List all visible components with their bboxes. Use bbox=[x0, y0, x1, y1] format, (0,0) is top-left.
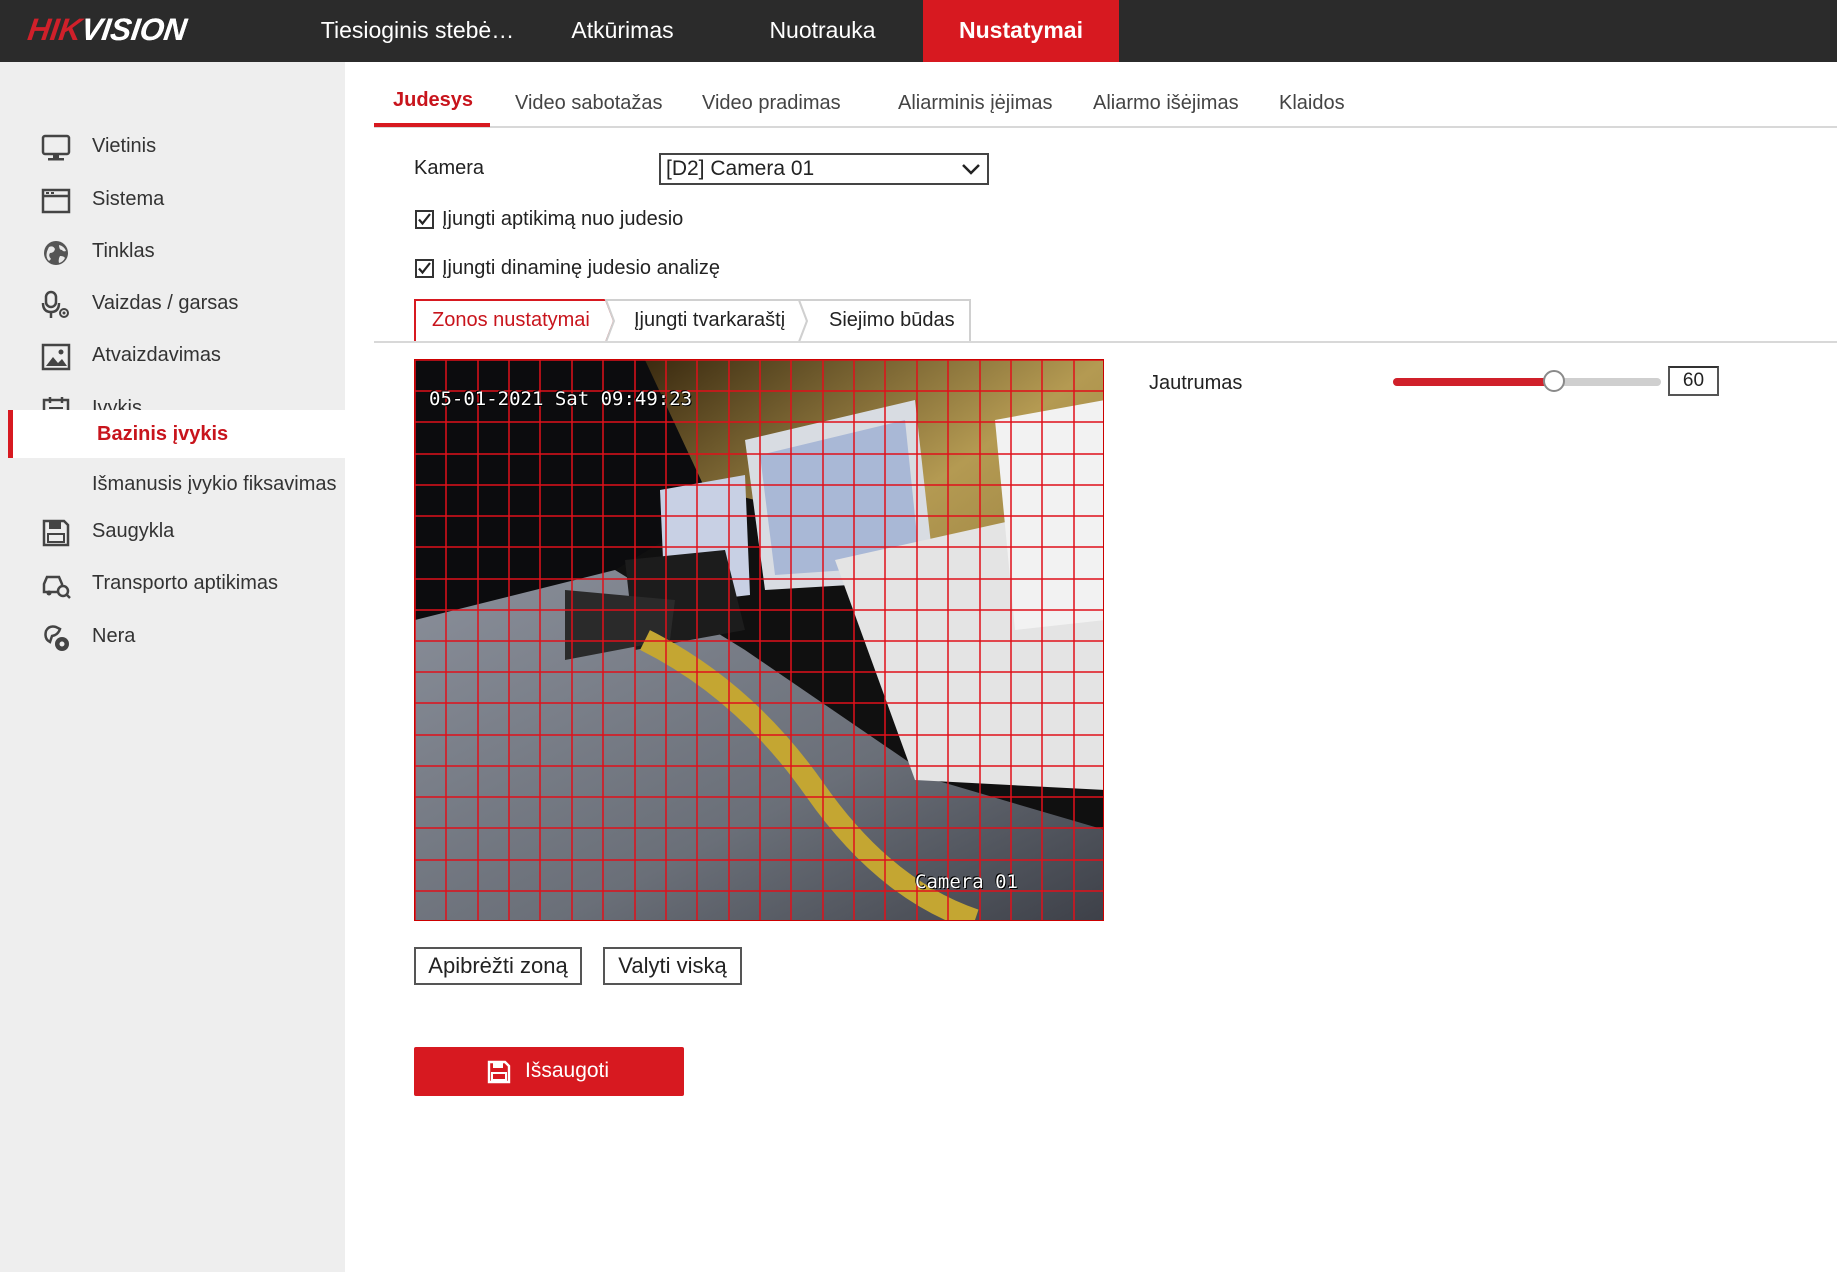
sidebar-item-label: Vaizdas / garsas bbox=[92, 292, 239, 314]
step-area-settings[interactable]: Zonos nustatymai bbox=[432, 300, 590, 342]
enable-motion-checkbox[interactable] bbox=[415, 210, 434, 229]
sidebar-item-label: Tinklas bbox=[92, 240, 155, 262]
enable-dynamic-analysis-checkbox[interactable] bbox=[415, 259, 434, 278]
nav-configuration[interactable]: Nustatymai bbox=[923, 0, 1119, 62]
tab-video-loss[interactable]: Video pradimas bbox=[702, 92, 841, 115]
microphone-icon bbox=[41, 290, 69, 318]
top-navigation-bar: HIKVISION Tiesioginis stebė… Atkūrimas N… bbox=[0, 0, 1837, 62]
sidebar-item-label: Nera bbox=[92, 625, 136, 647]
tab-motion[interactable]: Judesys bbox=[393, 89, 473, 112]
sidebar-item-storage[interactable]: Saugykla bbox=[0, 506, 345, 558]
sidebar-item-image[interactable]: Atvaizdavimas bbox=[0, 330, 345, 382]
osd-camera-name: Camera 01 bbox=[915, 871, 1018, 893]
enable-motion-label: Įjungti aptikimą nuo judesio bbox=[442, 208, 684, 230]
sidebar-item-nera[interactable]: Nera bbox=[0, 611, 345, 663]
active-tab-indicator bbox=[374, 123, 490, 127]
sidebar-subitem-basic-event[interactable]: Bazinis įvykis bbox=[8, 410, 345, 458]
video-frame bbox=[415, 360, 1103, 920]
logo-part-vision: VISION bbox=[79, 12, 190, 47]
sidebar-item-network[interactable]: Tinklas bbox=[0, 226, 345, 278]
nav-live-view[interactable]: Tiesioginis stebė… bbox=[310, 0, 525, 62]
image-icon bbox=[41, 343, 71, 371]
steps-divider bbox=[374, 341, 1837, 343]
sidebar-item-vehicle-detection[interactable]: Transporto aptikimas bbox=[0, 558, 345, 610]
event-tabs: Judesys Video sabotažas Video pradimas A… bbox=[374, 80, 1837, 128]
step-arming-schedule[interactable]: Įjungti tvarkaraštį bbox=[634, 300, 785, 342]
sidebar-item-label: Atvaizdavimas bbox=[92, 344, 221, 366]
checkmark-icon bbox=[418, 213, 431, 226]
sidebar-item-label: Sistema bbox=[92, 188, 165, 210]
clear-all-button[interactable]: Valyti viską bbox=[603, 947, 742, 985]
chevron-down-icon bbox=[962, 164, 980, 175]
sidebar-subitem-smart-event[interactable]: Išmanusis įvykio fiksavimas bbox=[0, 460, 345, 508]
system-icon bbox=[41, 188, 71, 214]
sensitivity-slider[interactable] bbox=[1393, 370, 1661, 392]
camera-select[interactable]: [D2] Camera 01 bbox=[659, 153, 989, 185]
sensitivity-label: Jautrumas bbox=[1149, 372, 1243, 394]
step-linkage-method[interactable]: Siejimo būdas bbox=[829, 300, 955, 342]
sidebar: Vietinis Sistema Tinklas Vaizdas / garsa… bbox=[0, 62, 345, 1272]
sidebar-item-label: Vietinis bbox=[92, 135, 157, 157]
camera-select-value: [D2] Camera 01 bbox=[666, 157, 815, 180]
camera-label: Kamera bbox=[414, 157, 485, 179]
sidebar-item-system[interactable]: Sistema bbox=[0, 174, 345, 226]
sidebar-item-label: Saugykla bbox=[92, 520, 175, 542]
osd-datetime: 05-01-2021 Sat 09:49:23 bbox=[429, 388, 693, 410]
logo-part-hik: HIK bbox=[25, 12, 84, 47]
tab-alarm-output[interactable]: Aliarmo išėjimas bbox=[1093, 92, 1239, 115]
tab-alarm-input[interactable]: Aliarminis įėjimas bbox=[898, 92, 1052, 115]
storage-icon bbox=[42, 519, 70, 547]
define-zone-button[interactable]: Apibrėžti zoną bbox=[414, 947, 582, 985]
vehicle-search-icon bbox=[42, 575, 71, 599]
hikvision-logo: HIKVISION bbox=[25, 12, 189, 48]
sidebar-subitem-label: Išmanusis įvykio fiksavimas bbox=[92, 473, 337, 495]
sensitivity-value-input[interactable]: 60 bbox=[1668, 366, 1719, 396]
tab-exception[interactable]: Klaidos bbox=[1279, 92, 1345, 115]
save-button-label: Išsaugoti bbox=[525, 1059, 610, 1082]
tab-video-tampering[interactable]: Video sabotažas bbox=[515, 92, 663, 115]
enable-dynamic-analysis-label: Įjungti dinaminę judesio analizę bbox=[442, 257, 720, 279]
save-icon bbox=[487, 1060, 511, 1084]
nav-playback[interactable]: Atkūrimas bbox=[540, 0, 705, 62]
sensitivity-slider-fill bbox=[1393, 378, 1554, 386]
sidebar-subitem-label: Bazinis įvykis bbox=[97, 423, 229, 445]
camera-settings-icon bbox=[44, 625, 69, 651]
sidebar-item-label: Transporto aptikimas bbox=[92, 572, 278, 594]
nav-picture[interactable]: Nuotrauka bbox=[740, 0, 905, 62]
save-button[interactable]: Išsaugoti bbox=[414, 1047, 684, 1096]
sidebar-item-local[interactable]: Vietinis bbox=[0, 121, 345, 173]
sensitivity-slider-handle[interactable] bbox=[1543, 370, 1565, 392]
monitor-icon bbox=[41, 134, 71, 161]
motion-detection-video[interactable]: 05-01-2021 Sat 09:49:23 Camera 01 bbox=[414, 359, 1104, 921]
checkmark-icon bbox=[418, 262, 431, 275]
globe-icon bbox=[44, 241, 68, 265]
sidebar-item-video-audio[interactable]: Vaizdas / garsas bbox=[0, 278, 345, 330]
